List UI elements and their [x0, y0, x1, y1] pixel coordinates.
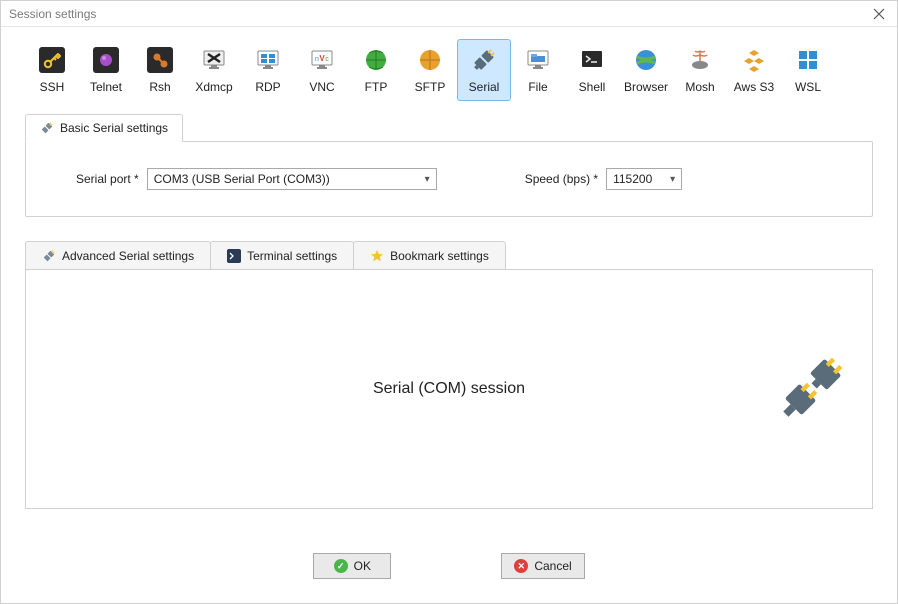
rdp-icon — [254, 46, 282, 74]
session-type-aws-s3[interactable]: Aws S3 — [727, 39, 781, 101]
serial-plug-small-icon — [40, 121, 54, 135]
aws-icon — [740, 46, 768, 74]
tab-advanced-serial[interactable]: Advanced Serial settings — [25, 241, 211, 269]
dialog-buttons: ✓ OK ✕ Cancel — [1, 553, 897, 579]
cancel-label: Cancel — [534, 559, 571, 573]
cancel-icon: ✕ — [514, 559, 528, 573]
session-type-label: Serial — [460, 80, 508, 94]
window-title: Session settings — [9, 7, 96, 21]
sftp-icon — [416, 46, 444, 74]
session-type-label: SSH — [28, 80, 76, 94]
session-type-file[interactable]: File — [511, 39, 565, 101]
tab-terminal-settings[interactable]: Terminal settings — [210, 241, 354, 269]
session-type-label: FTP — [352, 80, 400, 94]
session-type-serial[interactable]: Serial — [457, 39, 511, 101]
serial-port-value: COM3 (USB Serial Port (COM3)) — [154, 172, 330, 186]
speed-combo[interactable]: 115200 ▾ — [606, 168, 682, 190]
serial-plug-large-icon — [774, 352, 848, 426]
session-type-toolbar: SSH Telnet Rsh Xdmcp RDP Vnc VNC — [1, 27, 897, 107]
session-description: Serial (COM) session — [373, 380, 525, 398]
cancel-button[interactable]: ✕ Cancel — [501, 553, 584, 579]
tab-label: Terminal settings — [247, 249, 337, 263]
file-icon — [524, 46, 552, 74]
speed-value: 115200 — [613, 172, 652, 186]
serial-plug-icon — [470, 46, 498, 74]
tab-bookmark-settings[interactable]: Bookmark settings — [353, 241, 506, 269]
ok-icon: ✓ — [334, 559, 348, 573]
telnet-icon — [92, 46, 120, 74]
session-type-xdmcp[interactable]: Xdmcp — [187, 39, 241, 101]
session-type-shell[interactable]: Shell — [565, 39, 619, 101]
browser-icon — [632, 46, 660, 74]
session-type-label: WSL — [784, 80, 832, 94]
serial-port-label: Serial port * — [76, 172, 139, 186]
session-type-label: Rsh — [136, 80, 184, 94]
chevron-down-icon: ▾ — [670, 174, 675, 185]
svg-text:c: c — [325, 56, 329, 63]
session-type-ssh[interactable]: SSH — [25, 39, 79, 101]
session-type-label: File — [514, 80, 562, 94]
session-type-label: Mosh — [676, 80, 724, 94]
session-type-label: VNC — [298, 80, 346, 94]
serial-port-combo[interactable]: COM3 (USB Serial Port (COM3)) ▾ — [147, 168, 437, 190]
mosh-icon — [686, 46, 714, 74]
close-icon[interactable] — [869, 4, 889, 24]
tab-label: Advanced Serial settings — [62, 249, 194, 263]
session-type-label: SFTP — [406, 80, 454, 94]
advanced-tab-strip: Advanced Serial settings Terminal settin… — [25, 241, 873, 269]
session-type-telnet[interactable]: Telnet — [79, 39, 133, 101]
ok-button[interactable]: ✓ OK — [313, 553, 391, 579]
shell-icon — [578, 46, 606, 74]
basic-settings-panel: Basic Serial settings Serial port * COM3… — [25, 141, 873, 217]
serial-plug-small-icon — [42, 249, 56, 263]
session-type-rsh[interactable]: Rsh — [133, 39, 187, 101]
session-type-label: Aws S3 — [730, 80, 778, 94]
advanced-panel: Serial (COM) session — [25, 269, 873, 509]
speed-label: Speed (bps) * — [525, 172, 598, 186]
svg-text:n: n — [315, 56, 319, 63]
basic-settings-tab[interactable]: Basic Serial settings — [25, 114, 183, 142]
wsl-icon — [794, 46, 822, 74]
chevron-down-icon: ▾ — [425, 174, 430, 185]
basic-settings-tab-label: Basic Serial settings — [60, 121, 168, 135]
session-type-label: Xdmcp — [190, 80, 238, 94]
session-type-vnc[interactable]: Vnc VNC — [295, 39, 349, 101]
session-type-ftp[interactable]: FTP — [349, 39, 403, 101]
vnc-icon: Vnc — [308, 46, 336, 74]
basic-settings-row: Serial port * COM3 (USB Serial Port (COM… — [46, 168, 852, 190]
session-type-label: Telnet — [82, 80, 130, 94]
titlebar: Session settings — [1, 1, 897, 27]
session-type-rdp[interactable]: RDP — [241, 39, 295, 101]
session-type-label: Browser — [622, 80, 670, 94]
session-type-sftp[interactable]: SFTP — [403, 39, 457, 101]
session-type-label: RDP — [244, 80, 292, 94]
terminal-small-icon — [227, 249, 241, 263]
session-type-wsl[interactable]: WSL — [781, 39, 835, 101]
session-type-browser[interactable]: Browser — [619, 39, 673, 101]
ftp-icon — [362, 46, 390, 74]
tab-label: Bookmark settings — [390, 249, 489, 263]
key-icon — [38, 46, 66, 74]
star-icon — [370, 249, 384, 263]
ok-label: OK — [354, 559, 371, 573]
xdmcp-icon — [200, 46, 228, 74]
rsh-icon — [146, 46, 174, 74]
session-type-mosh[interactable]: Mosh — [673, 39, 727, 101]
session-type-label: Shell — [568, 80, 616, 94]
